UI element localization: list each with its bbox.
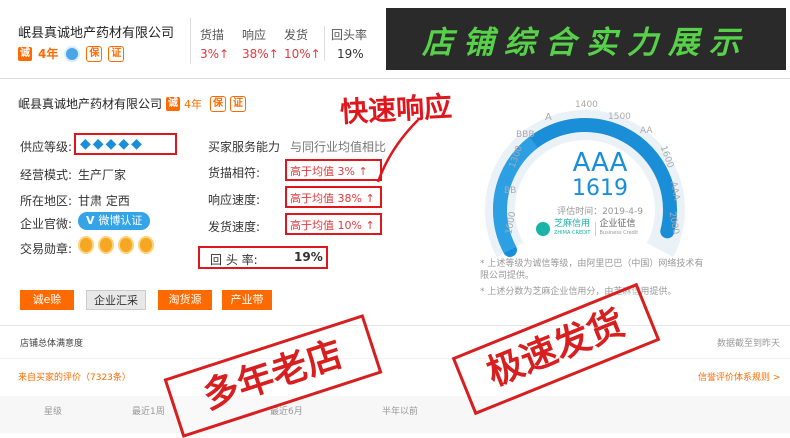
- tag-enterprise-purchase[interactable]: 企业汇采: [86, 290, 146, 310]
- row-value: 高于均值 3% ↑: [290, 165, 368, 178]
- panel-row-divider: [0, 358, 790, 359]
- certificate-icon: 证: [108, 45, 125, 62]
- col-older: 半年以前: [382, 407, 419, 417]
- shield-icon: 保: [210, 95, 227, 112]
- gauge-tick: BBB: [516, 130, 535, 140]
- header-divider: [190, 18, 191, 64]
- panel-divider: [0, 325, 790, 326]
- certificate-icon: 证: [230, 95, 247, 112]
- col-week: 最近1周: [132, 407, 165, 417]
- service-title: 买家服务能力: [208, 140, 281, 154]
- logo-divider: [594, 222, 596, 236]
- cheng-badge-icon: 诚: [18, 46, 32, 61]
- globe-icon: [64, 45, 81, 62]
- stat-label: 货描: [200, 28, 225, 42]
- strength-banner: 店铺综合实力展示: [386, 8, 786, 70]
- medal-icon[interactable]: [98, 236, 114, 254]
- stat-delivery: 发货 10%↑: [284, 26, 324, 61]
- zhima-logo-sub: ZHIMA CREDIT: [554, 230, 591, 236]
- return-rate-label: 回 头 率:: [210, 253, 258, 267]
- stat-return: 回头率 19%: [324, 26, 374, 61]
- gauge-tick: AA: [640, 126, 653, 136]
- row-label: 货描相符:: [208, 166, 261, 180]
- stat-value: 38%↑: [242, 47, 279, 61]
- reviews-count[interactable]: 来自买家的评价（7323条）: [18, 370, 131, 383]
- card-years: 4年: [184, 97, 203, 111]
- stat-label: 回头率: [331, 28, 368, 42]
- col-star: 星级: [44, 407, 63, 417]
- gauge-tick: A: [545, 112, 552, 123]
- medal-row: [78, 236, 154, 254]
- weibo-button-label: 微博认证: [98, 214, 143, 227]
- card-title-row: 岷县真诚地产药材有限公司 诚 4年 保 证: [18, 95, 247, 112]
- stat-label: 响应: [242, 28, 267, 42]
- panel-data-note: 数据截至到昨天: [717, 339, 781, 349]
- tag-chengesha[interactable]: 诚e赊: [20, 290, 74, 310]
- credit-logos: 芝麻信用 ZHIMA CREDIT 企业征信 Business Credit: [536, 220, 638, 238]
- gauge-tick: 1400: [575, 100, 598, 110]
- zhima-logo-text: 芝麻信用: [554, 219, 591, 229]
- supplier-level-label: 供应等级:: [20, 140, 73, 154]
- banner-title: 店铺综合实力展示: [422, 24, 750, 61]
- region-value: 甘肃 定西: [78, 194, 130, 208]
- row-value: 高于均值 38% ↑: [290, 192, 375, 205]
- zhima-logo: 芝麻信用 ZHIMA CREDIT: [554, 220, 591, 238]
- header-stats: 货描 3%↑ 响应 38%↑ 发货 10%↑ 回头率 19%: [200, 26, 380, 61]
- medal-icon[interactable]: [78, 236, 94, 254]
- region-label: 所在地区:: [20, 194, 73, 208]
- tag-industry-belt[interactable]: 产业带: [222, 290, 272, 310]
- cheng-badge-icon: 诚: [166, 96, 181, 111]
- rules-link[interactable]: 信誉评价体系规则 >: [698, 370, 780, 383]
- medal-icon[interactable]: [138, 236, 154, 254]
- diamond-icon: ◆: [92, 136, 104, 152]
- corp-credit-logo: 企业征信 Business Credit: [600, 220, 639, 238]
- stat-value: 19%: [337, 47, 364, 61]
- row-label: 响应速度:: [208, 193, 261, 207]
- header-years: 4年: [38, 47, 59, 61]
- note-2: * 上述分数为芝麻企业信用分，由芝麻信用提供。: [480, 287, 677, 297]
- corp-credit-text: 企业征信: [599, 219, 636, 229]
- service-compare: 与同行业均值相比: [290, 140, 387, 154]
- weibo-verify-button[interactable]: V 微博认证: [78, 212, 151, 230]
- header-company-name[interactable]: 岷县真诚地产药材有限公司: [18, 22, 174, 41]
- medal-label: 交易勋章:: [20, 242, 73, 256]
- header-separator: [0, 78, 790, 79]
- diamond-level: ◆ ◆ ◆ ◆ ◆: [74, 133, 177, 155]
- card-company-name[interactable]: 岷县真诚地产药材有限公司: [18, 95, 162, 112]
- diamond-icon: ◆: [118, 136, 130, 152]
- diamond-icon: ◆: [105, 136, 117, 152]
- biz-mode-value: 生产厂家: [78, 168, 127, 182]
- header-badges: 诚 4年 保 证: [18, 45, 125, 62]
- weibo-label: 企业官微:: [20, 217, 73, 231]
- return-rate-value: 19%: [294, 250, 323, 264]
- stat-value: 10%↑: [284, 47, 321, 61]
- gauge-tick: 1500: [608, 112, 631, 122]
- shield-icon: 保: [86, 45, 103, 62]
- zhima-logo-icon: [536, 222, 550, 236]
- gauge-score: 1619: [572, 176, 628, 201]
- note-1: * 上述等级为诚信等级，由阿里巴巴（中国）网络技术有限公司提供。: [480, 259, 704, 281]
- stat-desc: 货描 3%↑: [200, 26, 242, 61]
- panel-title: 店铺总体满意度: [20, 339, 84, 349]
- tag-taohuoyuan[interactable]: 淘货源: [158, 290, 212, 310]
- medal-icon[interactable]: [118, 236, 134, 254]
- stat-value: 3%↑: [200, 47, 230, 61]
- biz-mode-label: 经营模式:: [20, 168, 73, 182]
- weibo-v-icon: V: [86, 214, 99, 227]
- stat-label: 发货: [284, 28, 309, 42]
- gauge-date: 评估时间：2019-4-9: [557, 207, 643, 217]
- gauge-tick: BB: [504, 186, 517, 196]
- row-label: 发货速度:: [208, 220, 261, 234]
- stat-response: 响应 38%↑: [242, 26, 284, 61]
- corp-credit-sub: Business Credit: [599, 230, 639, 236]
- diamond-icon: ◆: [80, 136, 91, 152]
- row-value: 高于均值 10% ↑: [290, 219, 375, 232]
- diamond-icon: ◆: [131, 136, 142, 152]
- gauge-rating: AAA: [572, 148, 628, 178]
